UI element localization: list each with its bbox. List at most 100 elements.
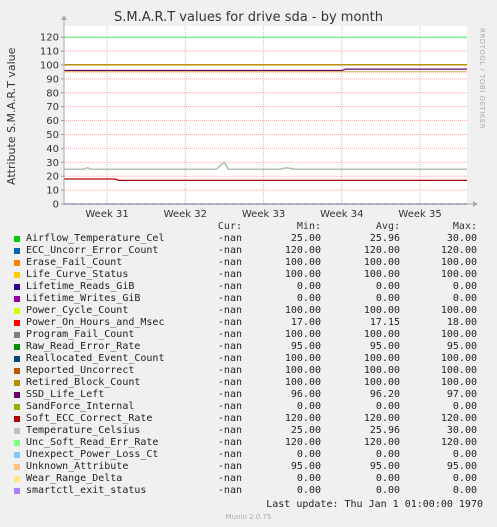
legend-avg-value: 120.00	[363, 437, 400, 448]
legend-min-value: 100.00	[284, 269, 321, 280]
legend-row: Reported_Uncorrect -nan 100.00 100.00 100.00	[0, 365, 497, 377]
legend-cur-value: -nan	[217, 401, 242, 412]
legend-row: Reallocated_Event_Count -nan 100.00 100.00 1…	[0, 353, 497, 365]
legend-cur-value: -nan	[217, 485, 242, 496]
legend-avg-value: 100.00	[363, 305, 400, 316]
legend-avg-value: 100.00	[363, 377, 400, 388]
legend-avg-value: 120.00	[363, 413, 400, 424]
legend-avg-value: 100.00	[363, 269, 400, 280]
legend-row: ECC_Uncorr_Error_Count -nan 120.00 120.00 12…	[0, 245, 497, 257]
legend-swatch	[14, 440, 20, 446]
legend-series-name: Raw_Read_Error_Rate	[26, 341, 141, 352]
legend-avg-value: 100.00	[363, 353, 400, 364]
legend-min-value: 17.00	[290, 317, 321, 328]
y-tick-label: 110	[40, 47, 59, 58]
y-tick-label: 70	[46, 102, 59, 113]
legend-min-value: 100.00	[284, 257, 321, 268]
legend-series-name: SandForce_Internal	[26, 401, 135, 412]
legend-min-value: 96.00	[290, 389, 321, 400]
legend-swatch	[14, 344, 20, 350]
y-tick-label: 20	[46, 172, 59, 183]
y-tick-label: 30	[46, 158, 59, 169]
legend-max-value: 120.00	[440, 437, 477, 448]
legend-cur-value: -nan	[217, 233, 242, 244]
legend-header: Cur: Min: Avg: Max:	[0, 221, 497, 233]
y-tick-label: 50	[46, 130, 59, 141]
legend-header-cur: Cur:	[217, 221, 242, 232]
legend-avg-value: 0.00	[375, 485, 400, 496]
legend-cur-value: -nan	[217, 305, 242, 316]
legend-avg-value: 0.00	[375, 401, 400, 412]
legend-avg-value: 100.00	[363, 257, 400, 268]
legend-max-value: 100.00	[440, 377, 477, 388]
legend-row: Unknown_Attribute -nan 95.00 95.00 95.00	[0, 461, 497, 473]
legend-swatch	[14, 248, 20, 254]
legend-header-max: Max:	[452, 221, 477, 232]
y-tick-label: 120	[40, 33, 59, 44]
legend-min-value: 120.00	[284, 413, 321, 424]
legend-max-value: 0.00	[452, 473, 477, 484]
x-tick-label: Week 35	[398, 209, 441, 220]
y-axis-arrow-icon	[61, 15, 67, 20]
legend-series-name: Power_Cycle_Count	[26, 305, 129, 316]
legend-max-value: 30.00	[446, 425, 477, 436]
legend-min-value: 120.00	[284, 245, 321, 256]
y-tick-label: 80	[46, 88, 59, 99]
legend-row: Power_Cycle_Count -nan 100.00 100.00 100.00	[0, 305, 497, 317]
legend-min-value: 100.00	[284, 365, 321, 376]
legend-min-value: 0.00	[296, 281, 321, 292]
legend-cur-value: -nan	[217, 245, 242, 256]
legend-series-name: Reported_Uncorrect	[26, 365, 135, 376]
legend-swatch	[14, 488, 20, 494]
legend-cur-value: -nan	[217, 413, 242, 424]
legend-max-value: 100.00	[440, 269, 477, 280]
legend-avg-value: 100.00	[363, 365, 400, 376]
legend-avg-value: 120.00	[363, 245, 400, 256]
legend-max-value: 95.00	[446, 341, 477, 352]
legend-cur-value: -nan	[217, 365, 242, 376]
legend-cur-value: -nan	[217, 329, 242, 340]
x-tick-label: Week 34	[320, 209, 363, 220]
legend-min-value: 25.00	[290, 233, 321, 244]
legend-row: Airflow_Temperature_Cel -nan 25.00 25.96 30.…	[0, 233, 497, 245]
legend-row: Erase_Fail_Count -nan 100.00 100.00 100.00	[0, 257, 497, 269]
legend-swatch	[14, 392, 20, 398]
legend-swatch	[14, 296, 20, 302]
legend-swatch	[14, 332, 20, 338]
legend-cur-value: -nan	[217, 389, 242, 400]
legend-max-value: 120.00	[440, 245, 477, 256]
legend-max-value: 18.00	[446, 317, 477, 328]
legend-max-value: 95.00	[446, 461, 477, 472]
legend-series-name: Soft_ECC_Correct_Rate	[26, 413, 153, 424]
legend-avg-value: 95.00	[369, 461, 400, 472]
legend-max-value: 100.00	[440, 257, 477, 268]
y-tick-label: 40	[46, 144, 59, 155]
legend-max-value: 0.00	[452, 449, 477, 460]
legend-row: Life_Curve_Status -nan 100.00 100.00 100.00	[0, 269, 497, 281]
legend-min-value: 0.00	[296, 473, 321, 484]
legend-avg-value: 0.00	[375, 293, 400, 304]
legend-min-value: 100.00	[284, 305, 321, 316]
legend-swatch	[14, 404, 20, 410]
legend-cur-value: -nan	[217, 461, 242, 472]
legend-avg-value: 0.00	[375, 281, 400, 292]
legend-max-value: 0.00	[452, 281, 477, 292]
legend-avg-value: 25.96	[369, 233, 400, 244]
x-axis-arrow-icon	[473, 201, 478, 207]
legend-swatch	[14, 320, 20, 326]
legend-swatch	[14, 236, 20, 242]
legend-swatch	[14, 476, 20, 482]
legend-swatch	[14, 260, 20, 266]
legend-row: Power_On_Hours_and_Msec -nan 17.00 17.15 18.…	[0, 317, 497, 329]
legend-max-value: 0.00	[452, 485, 477, 496]
chart-plot: 0 10 20 30 40 50 60 70 80 90 100 110 120 Week 31 Week …	[40, 15, 478, 220]
y-tick-label: 10	[46, 186, 59, 197]
legend-cur-value: -nan	[217, 341, 242, 352]
legend-swatch	[14, 428, 20, 434]
legend-series-name: smartctl_exit_status	[26, 485, 147, 496]
legend-swatch	[14, 452, 20, 458]
legend-series-name: Airflow_Temperature_Cel	[26, 233, 165, 244]
legend-swatch	[14, 284, 20, 290]
legend-max-value: 0.00	[452, 293, 477, 304]
legend-min-value: 0.00	[296, 293, 321, 304]
